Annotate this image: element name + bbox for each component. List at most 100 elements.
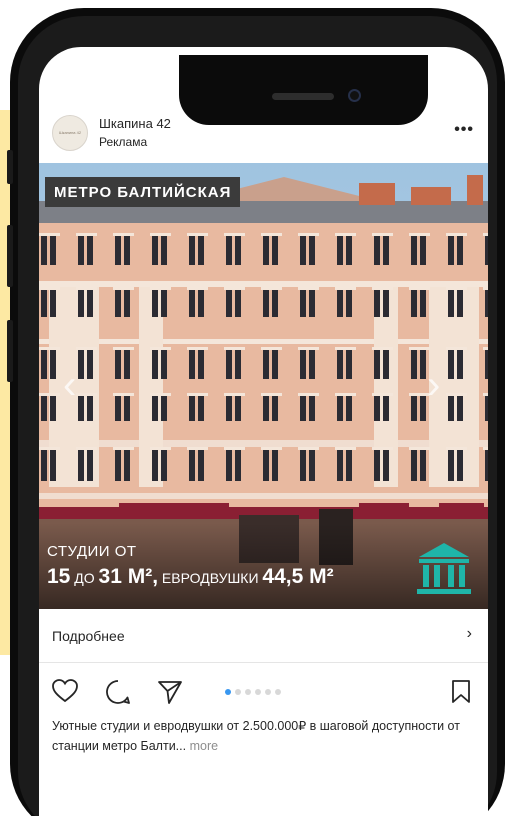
window: [411, 349, 417, 379]
window-lintel: [187, 287, 208, 290]
window: [189, 289, 195, 317]
window-lintel: [409, 347, 430, 350]
window-lintel: [372, 393, 393, 396]
send-icon[interactable]: [157, 679, 183, 705]
window-lintel: [39, 393, 60, 396]
location-badge: МЕТРО БАЛТИЙСКАЯ: [45, 177, 241, 207]
window: [78, 449, 84, 481]
caption-euro-size: 44,5 М²: [262, 565, 334, 588]
window: [152, 395, 158, 421]
window: [263, 349, 269, 379]
window: [457, 395, 463, 421]
carousel-dot: [265, 689, 271, 695]
window: [263, 235, 269, 265]
caption-euro: ЕВРОДВУШКИ: [158, 570, 263, 586]
window: [420, 349, 426, 379]
window: [226, 289, 232, 317]
window: [272, 349, 278, 379]
window: [300, 395, 306, 421]
window-lintel: [224, 233, 245, 236]
window-lintel: [483, 447, 488, 450]
window: [198, 395, 204, 421]
window: [41, 449, 47, 481]
window: [337, 349, 343, 379]
comment-icon[interactable]: [105, 679, 131, 705]
window-lintel: [150, 447, 171, 450]
window-lintel: [261, 287, 282, 290]
avatar-text: Шкапина 42: [58, 129, 82, 135]
avatar[interactable]: Шкапина 42: [52, 115, 88, 151]
window: [383, 349, 389, 379]
window-lintel: [76, 287, 97, 290]
window: [161, 289, 167, 317]
window: [411, 395, 417, 421]
window-lintel: [446, 393, 467, 396]
window: [457, 235, 463, 265]
caption-to: ДО: [70, 570, 99, 586]
window: [226, 395, 232, 421]
window-lintel: [372, 287, 393, 290]
window-lintel: [187, 393, 208, 396]
window: [485, 349, 488, 379]
window: [87, 235, 93, 265]
carousel-dot: [245, 689, 251, 695]
carousel-indicator: [225, 689, 281, 695]
window-lintel: [261, 233, 282, 236]
window: [161, 349, 167, 379]
window-lintel: [298, 233, 319, 236]
heart-icon[interactable]: [52, 679, 78, 703]
window: [309, 395, 315, 421]
window-lintel: [187, 347, 208, 350]
window: [420, 289, 426, 317]
window: [374, 235, 380, 265]
window-lintel: [261, 347, 282, 350]
window: [272, 235, 278, 265]
window: [263, 289, 269, 317]
window: [152, 289, 158, 317]
ad-image[interactable]: МЕТРО БАЛТИЙСКАЯ ‹ › СТУДИИ ОТ 15 ДО 31 …: [39, 163, 488, 609]
window: [346, 349, 352, 379]
window-lintel: [446, 287, 467, 290]
window: [263, 395, 269, 421]
window: [198, 449, 204, 481]
window: [383, 449, 389, 481]
window-lintel: [224, 447, 245, 450]
chevron-right-icon[interactable]: ›: [427, 363, 440, 408]
window: [226, 349, 232, 379]
window: [457, 349, 463, 379]
phone-side-button-2: [7, 225, 13, 287]
phone-side-button-1: [7, 150, 13, 184]
camera-icon: [348, 89, 361, 102]
chevron-left-icon[interactable]: ‹: [63, 363, 76, 408]
window: [198, 349, 204, 379]
description-text: Уютные студии и евродвушки от 2.500.000₽…: [52, 719, 460, 753]
window: [87, 449, 93, 481]
more-horizontal-icon[interactable]: •••: [454, 121, 474, 139]
window-lintel: [39, 347, 60, 350]
window: [420, 449, 426, 481]
window-lintel: [446, 447, 467, 450]
learn-more-row[interactable]: Подробнее ›: [39, 609, 488, 663]
window: [383, 395, 389, 421]
window: [78, 395, 84, 421]
window: [124, 235, 130, 265]
window: [346, 449, 352, 481]
window-lintel: [150, 393, 171, 396]
window: [124, 449, 130, 481]
carousel-dot: [235, 689, 241, 695]
window-lintel: [335, 233, 356, 236]
window: [411, 289, 417, 317]
window: [235, 395, 241, 421]
window: [124, 395, 130, 421]
window-lintel: [150, 287, 171, 290]
more-link[interactable]: more: [190, 739, 218, 753]
window: [272, 449, 278, 481]
speaker-grille: [272, 93, 334, 100]
window-lintel: [39, 447, 60, 450]
window: [346, 395, 352, 421]
window-lintel: [335, 447, 356, 450]
window-lintel: [298, 347, 319, 350]
account-name[interactable]: Шкапина 42: [99, 116, 171, 131]
caption-line-1: СТУДИИ ОТ: [47, 543, 137, 560]
bookmark-icon[interactable]: [451, 679, 471, 705]
